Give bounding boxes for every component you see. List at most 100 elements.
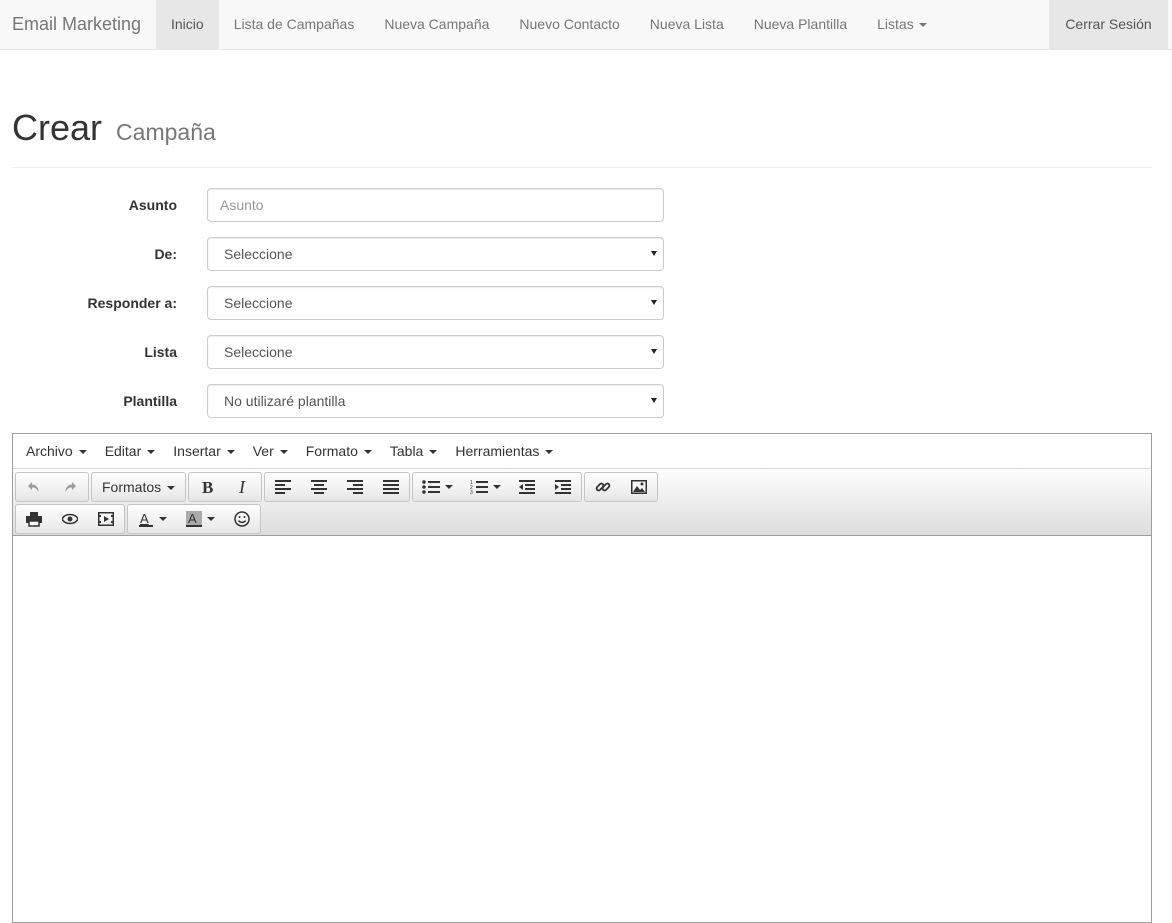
italic-icon[interactable]: I	[225, 473, 261, 501]
undo-icon[interactable]	[16, 473, 52, 501]
caret-down-icon	[279, 449, 288, 454]
top-navbar: Email Marketing Inicio Lista de Campañas…	[0, 0, 1172, 50]
asunto-label: Asunto	[128, 197, 177, 213]
de-label: De:	[154, 246, 177, 262]
caret-down-icon	[167, 486, 176, 491]
caret-down-icon	[206, 517, 215, 521]
outdent-icon[interactable]	[509, 473, 545, 501]
bold-icon[interactable]: B	[189, 473, 225, 501]
text-color-icon[interactable]: A	[128, 505, 176, 533]
caret-down-icon	[545, 449, 554, 454]
responder-select[interactable]: Seleccione	[207, 286, 664, 320]
color-group: A A	[127, 504, 261, 534]
caret-down-icon	[226, 449, 235, 454]
formats-dropdown[interactable]: Formatos	[92, 473, 185, 501]
logout-button[interactable]: Cerrar Sesión	[1049, 0, 1168, 49]
lista-select[interactable]: Seleccione	[207, 335, 664, 369]
svg-text:3: 3	[470, 490, 473, 495]
caret-down-icon	[918, 23, 927, 28]
toolbar-row-2: A A	[15, 504, 263, 534]
menu-ver-label: Ver	[252, 442, 274, 459]
page-title-main: Crear	[12, 107, 103, 148]
align-right-icon[interactable]	[337, 473, 373, 501]
svg-text:I: I	[238, 479, 246, 495]
lista-label: Lista	[144, 344, 177, 360]
svg-text:B: B	[202, 479, 213, 495]
plantilla-select[interactable]: No utilizaré plantilla	[207, 384, 664, 418]
page-subtitle: Campaña	[116, 119, 216, 145]
form-row-asunto: Asunto	[0, 188, 670, 222]
media-icon[interactable]	[88, 505, 124, 533]
svg-text:A: A	[140, 511, 149, 526]
caret-down-icon	[444, 485, 453, 489]
nav-item-nueva-campana[interactable]: Nueva Campaña	[369, 0, 504, 49]
menu-tabla-label: Tabla	[389, 442, 424, 459]
form-row-lista: Lista Seleccione	[0, 335, 670, 369]
svg-text:A: A	[188, 511, 197, 526]
print-icon[interactable]	[16, 505, 52, 533]
editor-menubar: Archivo Editar Insertar Ver Formato Tabl…	[13, 434, 1151, 469]
nav-item-lista-campanas[interactable]: Lista de Campañas	[219, 0, 370, 49]
caret-down-icon	[492, 485, 501, 489]
lista-select-value: Seleccione	[224, 344, 293, 360]
nav-item-nueva-lista[interactable]: Nueva Lista	[635, 0, 739, 49]
alignment-group	[264, 472, 411, 502]
bullet-list-icon[interactable]	[413, 473, 461, 501]
form-row-de: De: Seleccione	[0, 237, 670, 271]
menu-formato-label: Formato	[305, 442, 358, 459]
asunto-input[interactable]	[207, 188, 664, 222]
menu-herramientas-label: Herramientas	[455, 442, 540, 459]
caret-down-icon	[147, 449, 156, 454]
preview-icon[interactable]	[52, 505, 88, 533]
nav-item-nuevo-contacto[interactable]: Nuevo Contacto	[504, 0, 634, 49]
toolbar-row-1: Formatos B I 1 2 3	[15, 472, 660, 502]
menu-tabla[interactable]: Tabla	[381, 434, 446, 469]
redo-icon[interactable]	[52, 473, 88, 501]
menu-archivo[interactable]: Archivo	[17, 434, 96, 469]
menu-ver[interactable]: Ver	[244, 434, 297, 469]
responder-label: Responder a:	[87, 295, 177, 311]
form-row-plantilla: Plantilla No utilizaré plantilla	[0, 384, 670, 418]
form-row-responder: Responder a: Seleccione	[0, 286, 670, 320]
nav-item-listas-label: Listas	[877, 16, 914, 32]
page-title: Crear Campaña	[12, 106, 1152, 154]
editor-toolbar: Formatos B I 1 2 3 A A	[13, 469, 1151, 536]
formats-group: Formatos	[91, 472, 187, 502]
menu-editar[interactable]: Editar	[96, 434, 165, 469]
align-justify-icon[interactable]	[373, 473, 409, 501]
indent-icon[interactable]	[545, 473, 581, 501]
emoticon-icon[interactable]	[224, 505, 260, 533]
menu-insertar-label: Insertar	[173, 442, 221, 459]
nav-menu: Inicio Lista de Campañas Nueva Campaña N…	[156, 0, 942, 49]
menu-insertar[interactable]: Insertar	[164, 434, 243, 469]
numbered-list-icon[interactable]: 123	[461, 473, 509, 501]
background-color-icon[interactable]: A	[176, 505, 224, 533]
de-select[interactable]: Seleccione	[207, 237, 664, 271]
caret-down-icon	[158, 517, 167, 521]
caret-down-icon	[78, 449, 87, 454]
de-select-value: Seleccione	[224, 246, 293, 262]
editor-content-area[interactable]	[13, 537, 1151, 922]
formats-label: Formatos	[102, 479, 162, 495]
dropdown-arrow-icon	[651, 398, 657, 403]
responder-select-value: Seleccione	[224, 295, 293, 311]
nav-item-inicio[interactable]: Inicio	[156, 0, 219, 49]
align-left-icon[interactable]	[265, 473, 301, 501]
list-group: 123	[412, 472, 583, 502]
menu-formato[interactable]: Formato	[297, 434, 381, 469]
caret-down-icon	[429, 449, 438, 454]
align-center-icon[interactable]	[301, 473, 337, 501]
plantilla-select-value: No utilizaré plantilla	[224, 393, 346, 409]
rich-text-editor: Archivo Editar Insertar Ver Formato Tabl…	[12, 433, 1152, 923]
nav-item-listas-dropdown[interactable]: Listas	[862, 0, 942, 49]
image-icon[interactable]	[621, 473, 657, 501]
link-icon[interactable]	[585, 473, 621, 501]
page-header: Crear Campaña	[12, 106, 1152, 168]
brand-link[interactable]: Email Marketing	[12, 0, 141, 49]
plantilla-label: Plantilla	[123, 393, 177, 409]
dropdown-arrow-icon	[651, 349, 657, 354]
nav-item-nueva-plantilla[interactable]: Nueva Plantilla	[739, 0, 862, 49]
menu-archivo-label: Archivo	[26, 442, 73, 459]
menu-editar-label: Editar	[104, 442, 142, 459]
menu-herramientas[interactable]: Herramientas	[446, 434, 562, 469]
